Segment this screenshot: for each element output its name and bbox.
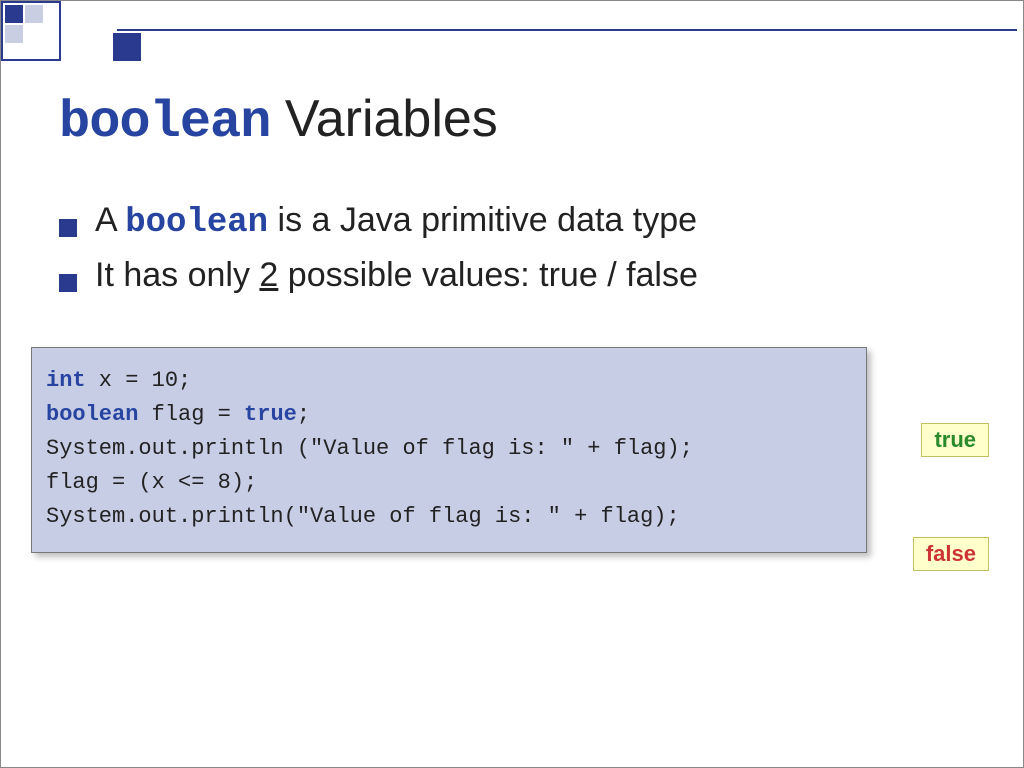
title-text: Variables	[270, 90, 497, 148]
text: It has only	[95, 256, 259, 294]
code-line: System.out.println ("Value of flag is: "…	[46, 432, 852, 466]
keyword: true	[244, 402, 297, 427]
underlined-text: 2	[259, 256, 278, 294]
output-badge-true: true	[921, 423, 989, 457]
bullet-item: It has only 2 possible values: true / fa…	[59, 256, 983, 295]
text: is a Java primitive data type	[268, 201, 697, 239]
code-line: System.out.println("Value of flag is: " …	[46, 500, 852, 534]
keyword: boolean	[125, 204, 268, 242]
deco-square-icon	[25, 5, 43, 23]
code-text: ;	[297, 402, 310, 427]
code-line: flag = (x <= 8);	[46, 466, 852, 500]
deco-square-icon	[5, 25, 23, 43]
output-badge-false: false	[913, 537, 989, 571]
code-line: boolean flag = true;	[46, 398, 852, 432]
bullet-text: A boolean is a Java primitive data type	[95, 201, 697, 242]
keyword: int	[46, 368, 86, 393]
title-keyword: boolean	[59, 93, 270, 152]
deco-square-icon	[5, 5, 23, 23]
square-bullet-icon	[59, 274, 77, 292]
bullet-item: A boolean is a Java primitive data type	[59, 201, 983, 242]
bullet-list: A boolean is a Java primitive data type …	[59, 201, 983, 309]
code-block: int x = 10; boolean flag = true; System.…	[31, 347, 867, 553]
code-text: x = 10;	[86, 368, 192, 393]
slide: boolean Variables A boolean is a Java pr…	[0, 0, 1024, 768]
slide-title: boolean Variables	[59, 89, 498, 152]
deco-line	[117, 29, 1017, 31]
text: A	[95, 201, 125, 239]
square-bullet-icon	[59, 219, 77, 237]
keyword: boolean	[46, 402, 138, 427]
deco-square-icon	[113, 33, 141, 61]
corner-decoration	[1, 1, 141, 61]
code-line: int x = 10;	[46, 364, 852, 398]
text: possible values: true / false	[278, 256, 698, 294]
code-text: flag =	[138, 402, 244, 427]
bullet-text: It has only 2 possible values: true / fa…	[95, 256, 698, 295]
